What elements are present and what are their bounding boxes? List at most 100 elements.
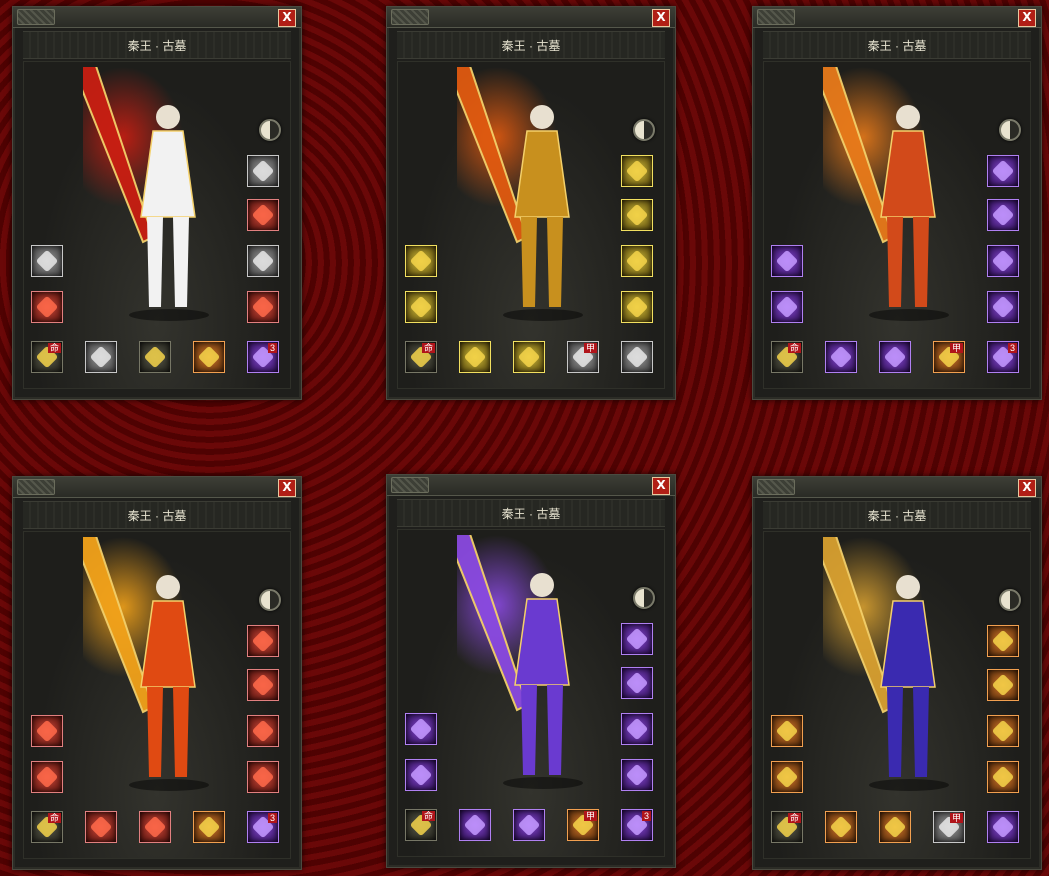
- item-icon: [991, 815, 1015, 839]
- equipment-slot[interactable]: [85, 341, 117, 373]
- yinyang-icon[interactable]: [999, 589, 1021, 611]
- equipment-slot[interactable]: 3: [247, 811, 279, 843]
- equipment-panel: X 秦王 · 古墓命 甲: [752, 476, 1042, 870]
- item-icon: [89, 345, 113, 369]
- equipment-slot[interactable]: [247, 155, 279, 187]
- equipment-slot[interactable]: [405, 291, 437, 323]
- equipment-slot[interactable]: 3: [987, 341, 1019, 373]
- equipment-slot[interactable]: [771, 715, 803, 747]
- equipment-slot[interactable]: 甲: [567, 341, 599, 373]
- item-icon: [197, 345, 221, 369]
- equipment-slot[interactable]: [247, 245, 279, 277]
- equipment-slot[interactable]: [621, 623, 653, 655]
- equipment-slot[interactable]: [621, 245, 653, 277]
- equipment-slot[interactable]: [621, 759, 653, 791]
- equipment-slot[interactable]: [513, 809, 545, 841]
- slot-badge: 甲: [949, 813, 963, 823]
- equipment-slot[interactable]: [987, 291, 1019, 323]
- equipment-slot[interactable]: [31, 715, 63, 747]
- equipment-slot[interactable]: [247, 761, 279, 793]
- equipment-slot[interactable]: [987, 715, 1019, 747]
- equipment-slot[interactable]: [459, 809, 491, 841]
- close-button[interactable]: X: [278, 9, 296, 27]
- equipment-slot[interactable]: [771, 291, 803, 323]
- equipment-slot[interactable]: [621, 341, 653, 373]
- equipment-slot[interactable]: 命: [31, 341, 63, 373]
- item-icon: [829, 815, 853, 839]
- equipment-slot[interactable]: [247, 625, 279, 657]
- equipment-slot[interactable]: [879, 811, 911, 843]
- equipment-slot[interactable]: 甲: [933, 341, 965, 373]
- panel-header: X: [13, 7, 301, 28]
- equipment-slot[interactable]: 命: [31, 811, 63, 843]
- equipment-panel: X 秦王 · 古墓命 3: [12, 476, 302, 870]
- equipment-slot[interactable]: [621, 199, 653, 231]
- item-icon: [409, 249, 433, 273]
- equipment-slot[interactable]: [459, 341, 491, 373]
- equipment-slot[interactable]: [621, 155, 653, 187]
- equipment-slot[interactable]: [987, 245, 1019, 277]
- item-icon: [625, 671, 649, 695]
- yinyang-icon[interactable]: [259, 119, 281, 141]
- yinyang-icon[interactable]: [633, 587, 655, 609]
- equipment-slot[interactable]: [621, 667, 653, 699]
- close-button[interactable]: X: [652, 9, 670, 27]
- equipment-slot[interactable]: [31, 761, 63, 793]
- equipment-slot[interactable]: [139, 341, 171, 373]
- equipment-slot[interactable]: [247, 291, 279, 323]
- equipment-slot[interactable]: 3: [621, 809, 653, 841]
- equipment-slot[interactable]: 命: [405, 809, 437, 841]
- equipment-slot[interactable]: [987, 155, 1019, 187]
- item-icon: [143, 815, 167, 839]
- equipment-slot[interactable]: [621, 291, 653, 323]
- character-model: [83, 537, 209, 791]
- close-button[interactable]: X: [652, 477, 670, 495]
- equipment-slot[interactable]: [987, 811, 1019, 843]
- equipment-slot[interactable]: 命: [405, 341, 437, 373]
- equipment-slot[interactable]: [771, 245, 803, 277]
- equipment-slot[interactable]: [193, 811, 225, 843]
- equipment-slot[interactable]: [247, 715, 279, 747]
- close-button[interactable]: X: [1018, 479, 1036, 497]
- equipment-slot[interactable]: [31, 291, 63, 323]
- equipment-slot[interactable]: [405, 713, 437, 745]
- ornament-icon: [757, 9, 795, 25]
- equipment-slot[interactable]: [247, 669, 279, 701]
- equipment-slot[interactable]: 甲: [933, 811, 965, 843]
- close-button[interactable]: X: [278, 479, 296, 497]
- equipment-slot[interactable]: [139, 811, 171, 843]
- equipment-slot[interactable]: 甲: [567, 809, 599, 841]
- equipment-slot[interactable]: 命: [771, 811, 803, 843]
- equipment-panel: X 秦王 · 古墓命 甲 3: [386, 474, 676, 868]
- equipment-slot[interactable]: 命: [771, 341, 803, 373]
- yinyang-icon[interactable]: [633, 119, 655, 141]
- yinyang-icon[interactable]: [999, 119, 1021, 141]
- item-icon: [775, 765, 799, 789]
- equipment-slot[interactable]: [771, 761, 803, 793]
- equipment-slot[interactable]: [193, 341, 225, 373]
- equipment-slot[interactable]: [987, 199, 1019, 231]
- slot-badge: 命: [421, 343, 435, 353]
- item-icon: [991, 629, 1015, 653]
- equipment-slot[interactable]: [987, 761, 1019, 793]
- equipment-slot[interactable]: [405, 759, 437, 791]
- equipment-slot[interactable]: [85, 811, 117, 843]
- equipment-slot[interactable]: [405, 245, 437, 277]
- item-icon: [991, 295, 1015, 319]
- item-icon: [625, 159, 649, 183]
- yinyang-icon[interactable]: [259, 589, 281, 611]
- equipment-slot[interactable]: [987, 625, 1019, 657]
- equipment-slot[interactable]: [621, 713, 653, 745]
- equipment-slot[interactable]: [825, 811, 857, 843]
- close-button[interactable]: X: [1018, 9, 1036, 27]
- equipment-slot[interactable]: [987, 669, 1019, 701]
- equipment-slot[interactable]: [513, 341, 545, 373]
- item-icon: [409, 295, 433, 319]
- equipment-slot[interactable]: [247, 199, 279, 231]
- item-icon: [251, 629, 275, 653]
- character-model: [83, 67, 209, 321]
- equipment-slot[interactable]: [31, 245, 63, 277]
- equipment-slot[interactable]: 3: [247, 341, 279, 373]
- equipment-slot[interactable]: [879, 341, 911, 373]
- equipment-slot[interactable]: [825, 341, 857, 373]
